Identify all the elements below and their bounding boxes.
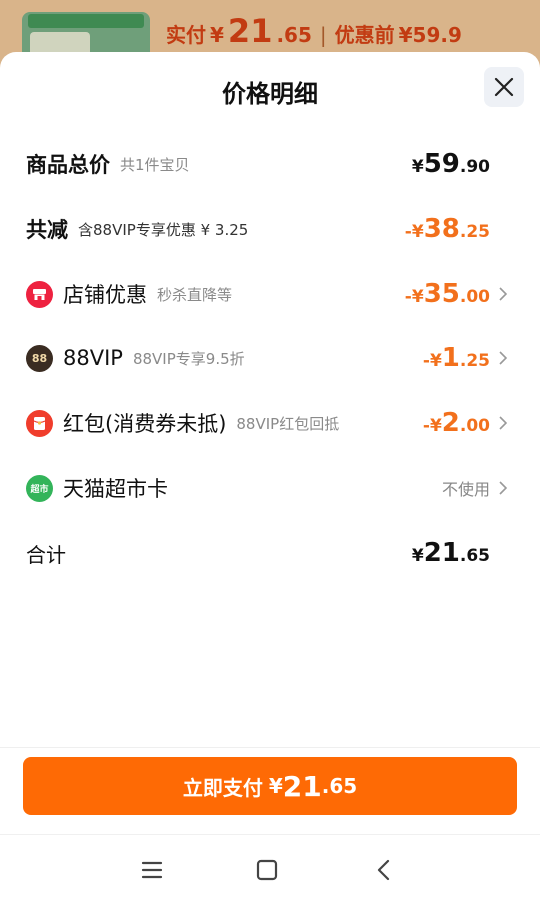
- supermarket-card-icon: 超市: [26, 474, 53, 502]
- row-grand-total: 合计 ¥21.65: [26, 538, 490, 568]
- red-packet-amount: - ¥2.00: [422, 408, 490, 438]
- system-navigation-bar: [0, 834, 540, 903]
- chevron-right-icon: [496, 416, 510, 430]
- back-icon[interactable]: [368, 855, 398, 885]
- 88vip-icon: 88: [26, 344, 53, 372]
- background-price-summary: 实付 ¥ 21 .65 | 优惠前 ¥59.9: [166, 12, 462, 50]
- footer-divider: [0, 747, 540, 748]
- 88vip-discount-amount: - ¥1.25: [422, 343, 490, 373]
- sheet-title: 价格明细: [222, 80, 318, 108]
- row-total-discount: 共减 含88VIP专享优惠 ¥ 3.25 - ¥38.25: [26, 214, 490, 244]
- thumbnail-tag: [28, 14, 144, 28]
- home-icon[interactable]: [252, 855, 282, 885]
- row-88vip[interactable]: 88 88VIP 88VIP专享9.5折 - ¥1.25: [26, 338, 510, 378]
- close-icon: [494, 77, 514, 97]
- grand-total-amount: ¥21.65: [411, 538, 490, 568]
- price-detail-sheet: 价格明细 商品总价 共1件宝贝 ¥59.90 共减 含88VIP专享优惠 ¥ 3…: [0, 52, 540, 903]
- shop-icon: [26, 280, 53, 308]
- red-packet-icon: [26, 409, 53, 437]
- supermarket-card-status: 不使用: [441, 480, 490, 499]
- row-goods-total: 商品总价 共1件宝贝 ¥59.90: [26, 149, 490, 179]
- pay-now-button[interactable]: 立即支付 ¥21.65: [23, 757, 517, 815]
- row-supermarket-card[interactable]: 超市 天猫超市卡 不使用: [26, 468, 510, 508]
- total-discount-amount: - ¥38.25: [404, 214, 490, 244]
- chevron-right-icon: [496, 351, 510, 365]
- row-red-packet[interactable]: 红包(消费券未抵) 88VIP红包回抵 - ¥2.00: [26, 403, 510, 443]
- chevron-right-icon: [496, 481, 510, 495]
- goods-total-amount: ¥59.90: [411, 149, 490, 179]
- close-button[interactable]: [484, 67, 524, 107]
- shop-discount-amount: - ¥35.00: [404, 279, 490, 309]
- chevron-right-icon: [496, 287, 510, 301]
- row-shop-discount[interactable]: 店铺优惠 秒杀直降等 - ¥35.00: [26, 274, 510, 314]
- menu-icon[interactable]: [137, 855, 167, 885]
